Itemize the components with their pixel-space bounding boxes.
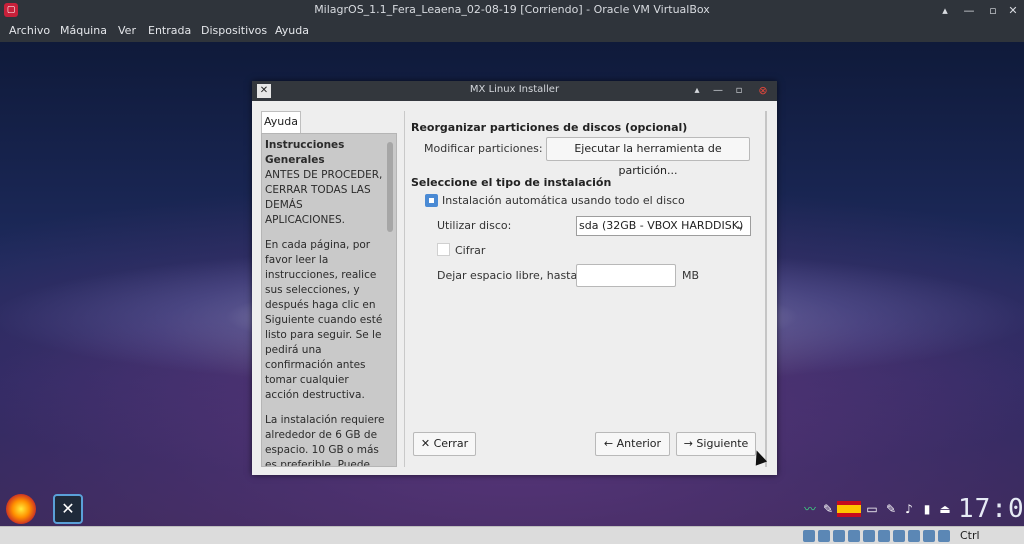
chevron-down-icon: ⌄ — [735, 219, 745, 232]
optical-drive-icon[interactable] — [818, 530, 830, 542]
help-tab[interactable]: Ayuda — [261, 111, 301, 133]
help-paragraph-2: En cada página, por favor leer la instru… — [265, 239, 383, 401]
video-capture-icon[interactable] — [908, 530, 920, 542]
hard-disk-icon[interactable] — [803, 530, 815, 542]
back-button[interactable]: ← Anterior — [595, 432, 670, 456]
maximize-button[interactable]: ▫ — [984, 2, 1002, 19]
encrypt-checkbox[interactable] — [437, 243, 450, 256]
menu-entrada[interactable]: Entrada — [148, 24, 191, 37]
keep-above-icon[interactable]: ▴ — [936, 2, 954, 19]
display-icon[interactable]: ▭ — [865, 502, 879, 516]
free-space-input[interactable] — [576, 264, 676, 287]
help-scrollbar[interactable] — [387, 142, 393, 232]
installer-window: ✕ MX Linux Installer ▴ — ▫ ⊗ Ayuda Instr… — [252, 81, 777, 475]
disk-select-value: sda (32GB - VBOX HARDDISK) — [579, 219, 744, 232]
help-paragraph-3: La instalación requiere alrededor de 6 G… — [265, 414, 385, 467]
attach-icon[interactable]: ✎ — [884, 502, 898, 516]
arrow-left-icon: ← — [603, 437, 617, 450]
mouse-icon[interactable] — [938, 530, 950, 542]
eject-icon[interactable]: ⏏ — [938, 502, 952, 516]
installer-close-button[interactable]: ⊗ — [755, 83, 771, 99]
repartition-title: Reorganizar particiones de discos (opcio… — [411, 121, 688, 134]
mx-installer-icon[interactable]: ✕ — [53, 494, 83, 524]
menu-ver[interactable]: Ver — [118, 24, 136, 37]
display-icon[interactable] — [893, 530, 905, 542]
modify-partitions-label: Modificar particiones: — [424, 142, 543, 155]
host-menubar: Archivo Máquina Ver Entrada Dispositivos… — [0, 21, 1024, 42]
free-space-label: Dejar espacio libre, hasta : — [437, 269, 585, 282]
help-text: Instrucciones Generales ANTES DE PROCEDE… — [265, 138, 385, 467]
usb-icon[interactable] — [863, 530, 875, 542]
host-statusbar: Ctrl Derecho — [0, 526, 1024, 544]
audio-icon[interactable] — [833, 530, 845, 542]
install-type-title: Seleccione el tipo de instalación — [411, 176, 612, 189]
host-close-button[interactable]: ✕ — [1004, 2, 1022, 19]
menu-archivo[interactable]: Archivo — [9, 24, 50, 37]
close-button[interactable]: ✕ Cerrar — [413, 432, 476, 456]
menu-dispositivos[interactable]: Dispositivos — [201, 24, 267, 37]
back-button-label: Anterior — [616, 437, 662, 450]
minimize-button[interactable]: — — [710, 83, 726, 99]
keep-above-icon[interactable]: ▴ — [689, 83, 705, 99]
host-key-label: Ctrl Derecho — [960, 529, 1006, 544]
clock: 17:04 — [958, 494, 1024, 524]
auto-install-label[interactable]: Instalación automática usando todo el di… — [442, 194, 685, 207]
auto-install-radio[interactable] — [425, 194, 438, 207]
next-button[interactable]: → Siguiente — [676, 432, 756, 456]
volume-icon[interactable]: ♪ — [902, 502, 916, 516]
host-titlebar: ▢ MilagrOS_1.1_Fera_Leaena_02-08-19 [Cor… — [0, 0, 1024, 21]
arrow-right-icon: → — [683, 437, 697, 450]
divider — [404, 111, 405, 467]
next-button-label: Siguiente — [696, 437, 749, 450]
free-space-unit: MB — [682, 269, 700, 282]
close-button-label: Cerrar — [433, 437, 469, 450]
clip-icon[interactable]: ✎ — [821, 502, 835, 516]
partition-tool-button[interactable]: Ejecutar la herramienta de partición... — [546, 137, 750, 177]
shared-folders-icon[interactable] — [878, 530, 890, 542]
encrypt-label[interactable]: Cifrar — [455, 244, 485, 257]
spain-flag-icon[interactable] — [837, 501, 861, 517]
disk-label: Utilizar disco: — [437, 219, 512, 232]
menu-ayuda[interactable]: Ayuda — [275, 24, 309, 37]
help-warning: ANTES DE PROCEDER, CERRAR TODAS LAS DEMÁ… — [265, 169, 383, 226]
network-activity-icon[interactable]: 〰 — [803, 502, 817, 516]
minimize-button[interactable]: — — [960, 2, 978, 19]
close-icon: ✕ — [420, 437, 434, 450]
disk-select[interactable]: sda (32GB - VBOX HARDDISK) ⌄ — [576, 216, 751, 236]
installer-titlebar: ✕ MX Linux Installer ▴ — ▫ ⊗ — [252, 81, 777, 101]
power-icon[interactable]: ▮ — [920, 502, 934, 516]
menu-maquina[interactable]: Máquina — [60, 24, 107, 37]
maximize-button[interactable]: ▫ — [731, 83, 747, 99]
help-pane: Instrucciones Generales ANTES DE PROCEDE… — [261, 133, 397, 467]
app-launcher-icon[interactable] — [6, 494, 36, 524]
help-heading: Instrucciones Generales — [265, 139, 345, 166]
network-icon[interactable] — [848, 530, 860, 542]
cpu-icon[interactable] — [923, 530, 935, 542]
content-scrollbar[interactable] — [765, 111, 767, 467]
host-window-title: MilagrOS_1.1_Fera_Leaena_02-08-19 [Corri… — [314, 3, 710, 16]
